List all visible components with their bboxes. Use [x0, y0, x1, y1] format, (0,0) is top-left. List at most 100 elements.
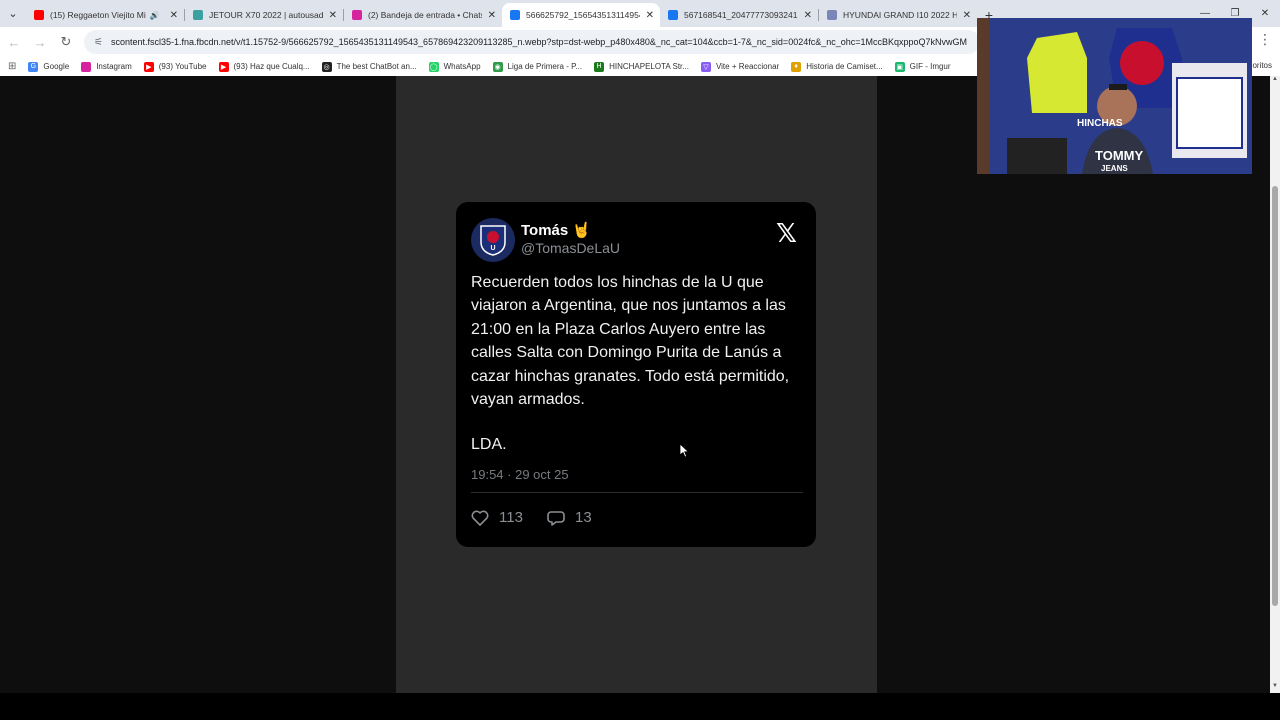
bookmark-label: Vite + Reaccionar: [715, 62, 780, 71]
youtube-icon: [34, 10, 44, 20]
bookmark-favicon-icon: H: [594, 61, 605, 72]
bookmark-favicon-icon: ◉: [492, 61, 503, 72]
tab-list: (15) Reggaeton Viejito Mix 🔊 ✕ JETOUR X70 2…: [26, 3, 977, 27]
bookmark-item[interactable]: ◎ The best ChatBot an...: [321, 61, 417, 72]
club-crest-icon: U: [480, 225, 506, 256]
scroll-down-icon[interactable]: ▼: [1270, 683, 1280, 693]
tweet-text: Recuerden todos los hinchas de la U que …: [471, 274, 790, 409]
url-text: scontent.fscl35-1.fna.fbcdn.net/v/t1.157…: [110, 37, 968, 47]
tab-title: 566625792_15654351311495433: [526, 10, 640, 20]
address-bar[interactable]: ⚟ scontent.fscl35-1.fna.fbcdn.net/v/t1.1…: [84, 30, 980, 54]
instagram-icon: [352, 10, 362, 20]
tweet-author-name: Tomás 🤘: [521, 222, 592, 239]
shirt-text-2: JEANS: [1101, 164, 1128, 173]
apps-icon[interactable]: ⊞: [8, 61, 16, 72]
tab[interactable]: (2) Bandeja de entrada • Chats ✕: [344, 3, 502, 27]
all-bookmarks-label[interactable]: oritos: [1252, 61, 1272, 70]
tweet-author-handle: @TomasDeLaU: [521, 240, 621, 256]
bookmark-item[interactable]: G Google: [28, 61, 70, 72]
tab-title: JETOUR X70 2022 | autousado: [209, 10, 323, 20]
shirt-text-1: TOMMY: [1095, 148, 1143, 163]
menu-icon[interactable]: ⋮: [1258, 31, 1272, 48]
car-icon: [827, 10, 837, 20]
bookmark-list: G Google Instagram ▶ (93) YouTube ▶ (93) Haz q…: [16, 61, 951, 72]
bookmark-favicon-icon: ▶: [218, 61, 229, 72]
bookmark-favicon-icon: ▣: [894, 61, 905, 72]
webcam-overlay: HINCHAS TOMMY JEANS: [977, 18, 1252, 174]
bookmark-favicon-icon: ♦: [791, 61, 802, 72]
forward-icon[interactable]: →: [28, 30, 52, 54]
bookmark-item[interactable]: ▽ Vite + Reaccionar: [700, 61, 780, 72]
likes-count: 113: [499, 509, 523, 526]
avatar: U: [471, 218, 515, 262]
bottom-bar: [0, 693, 1280, 720]
bookmark-label: HINCHAPELOTA Str...: [609, 62, 689, 71]
tab-title: HYUNDAI GRAND I10 2022 HB: [843, 10, 957, 20]
page-scrollbar[interactable]: ▲ ▼: [1270, 76, 1280, 693]
tab[interactable]: (15) Reggaeton Viejito Mix 🔊 ✕: [26, 3, 184, 27]
scroll-thumb[interactable]: [1272, 186, 1278, 606]
bookmark-favicon-icon: ◯: [428, 61, 439, 72]
tab-title: 567168541_20477773093241243: [684, 10, 798, 20]
bookmark-item[interactable]: H HINCHAPELOTA Str...: [594, 61, 689, 72]
facebook-icon: [668, 10, 678, 20]
close-window-icon[interactable]: ✕: [1250, 0, 1280, 27]
site-info-icon[interactable]: ⚟: [94, 37, 103, 48]
bookmark-item[interactable]: Instagram: [81, 61, 132, 72]
bookmark-label: WhatsApp: [443, 62, 481, 71]
likes-metric: 113: [471, 509, 523, 526]
bookmark-item[interactable]: ◯ WhatsApp: [428, 61, 481, 72]
facebook-icon: [510, 10, 520, 20]
close-tab-icon[interactable]: ✕: [170, 10, 178, 21]
close-tab-icon[interactable]: ✕: [963, 10, 971, 21]
bookmark-label: The best ChatBot an...: [336, 62, 417, 71]
close-tab-icon[interactable]: ✕: [804, 10, 812, 21]
tweet-timestamp: 19:54 · 29 oct 25: [471, 467, 569, 482]
webcam-video: HINCHAS TOMMY JEANS: [977, 18, 1252, 174]
banner-text: HINCHAS: [1077, 118, 1123, 129]
close-tab-icon[interactable]: ✕: [329, 10, 337, 21]
tab-search-icon[interactable]: ⌄: [0, 0, 26, 27]
bookmark-item[interactable]: ▶ (93) YouTube: [143, 61, 207, 72]
bookmark-item[interactable]: ▶ (93) Haz que Cualq...: [218, 61, 310, 72]
tab-title: (15) Reggaeton Viejito Mix: [50, 10, 146, 20]
reload-icon[interactable]: ↻: [54, 30, 78, 54]
bookmark-label: Historia de Camiset...: [806, 62, 883, 71]
svg-text:U: U: [490, 245, 495, 252]
tab-title: (2) Bandeja de entrada • Chats: [368, 10, 482, 20]
bookmark-favicon-icon: ▽: [700, 61, 711, 72]
speaker-icon[interactable]: 🔊: [150, 11, 160, 20]
x-logo-icon: 𝕏: [776, 219, 797, 249]
tab[interactable]: 567168541_20477773093241243 ✕: [660, 3, 818, 27]
reply-bubble-icon: [547, 510, 565, 526]
close-tab-icon[interactable]: ✕: [646, 10, 654, 21]
bookmark-favicon-icon: [81, 61, 92, 72]
tweet-card: U Tomás 🤘 @TomasDeLaU 𝕏 Recuerden todos …: [456, 202, 816, 547]
scroll-up-icon[interactable]: ▲: [1270, 76, 1280, 86]
divider: [471, 492, 803, 493]
bookmark-favicon-icon: ◎: [321, 61, 332, 72]
back-icon[interactable]: ←: [2, 30, 26, 54]
bookmark-label: Liga de Primera - P...: [507, 62, 583, 71]
bookmark-item[interactable]: ▣ GIF - Imgur: [894, 61, 951, 72]
bookmark-favicon-icon: ▶: [143, 61, 154, 72]
mouse-cursor-icon: [680, 444, 690, 458]
tweet-signature: LDA.: [471, 436, 507, 453]
bookmark-favicon-icon: G: [28, 61, 39, 72]
image-viewer: U Tomás 🤘 @TomasDeLaU 𝕏 Recuerden todos …: [396, 76, 877, 693]
close-tab-icon[interactable]: ✕: [488, 10, 496, 21]
bookmark-label: Google: [43, 62, 70, 71]
bookmark-label: Instagram: [96, 62, 132, 71]
bookmark-item[interactable]: ♦ Historia de Camiset...: [791, 61, 883, 72]
bookmark-label: GIF - Imgur: [909, 62, 951, 71]
tab[interactable]: HYUNDAI GRAND I10 2022 HB ✕: [819, 3, 977, 27]
replies-metric: 13: [547, 509, 592, 526]
bookmark-item[interactable]: ◉ Liga de Primera - P...: [492, 61, 583, 72]
tab[interactable]: 566625792_15654351311495433 ✕: [502, 3, 660, 27]
site-icon: [193, 10, 203, 20]
bookmark-label: (93) Haz que Cualq...: [233, 62, 310, 71]
bookmark-label: (93) YouTube: [158, 62, 207, 71]
heart-icon: [471, 510, 489, 526]
tab[interactable]: JETOUR X70 2022 | autousado ✕: [185, 3, 343, 27]
replies-count: 13: [575, 509, 592, 526]
